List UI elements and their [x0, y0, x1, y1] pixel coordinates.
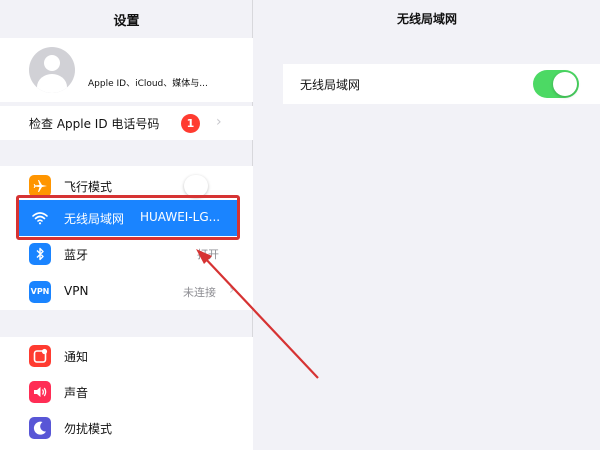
profile-subtitle: Apple ID、iCloud、媒体与... [88, 79, 208, 89]
vpn-status: 未连接 [183, 286, 216, 299]
notification-group: 通知 声音 勿扰模式 [0, 337, 253, 450]
sidebar-item-label: 勿扰模式 [64, 422, 113, 436]
wifi-toggle[interactable] [533, 70, 579, 98]
apple-id-check-label: 检查 Apple ID 电话号码 [29, 117, 160, 131]
wifi-toggle-row: 无线局域网 [283, 64, 600, 104]
bluetooth-icon [29, 243, 51, 265]
moon-icon [29, 417, 51, 439]
avatar [29, 47, 75, 93]
sound-icon [29, 381, 51, 403]
chevron-right-icon: › [216, 114, 222, 130]
wifi-detail-pane: 无线局域网 无线局域网 [254, 0, 600, 450]
wifi-toggle-label: 无线局域网 [300, 78, 361, 92]
page-title: 无线局域网 [396, 12, 457, 26]
airplane-icon [29, 175, 51, 197]
highlight-box [16, 195, 240, 240]
apple-id-check-row[interactable]: 检查 Apple ID 电话号码 1 › [0, 106, 253, 140]
apple-id-profile-row[interactable]: Apple ID、iCloud、媒体与... [0, 38, 253, 102]
sidebar-title: 设置 [113, 14, 140, 29]
sidebar-item-bluetooth[interactable]: 蓝牙 打开 [0, 236, 253, 272]
sidebar-item-sounds[interactable]: 声音 [0, 374, 253, 410]
chevron-right-icon: › [229, 282, 235, 298]
sidebar-item-do-not-disturb[interactable]: 勿扰模式 [0, 410, 253, 446]
notification-badge: 1 [181, 114, 200, 133]
notification-icon [29, 345, 51, 367]
airplane-mode-toggle[interactable] [184, 175, 208, 197]
sidebar-item-label: VPN [64, 284, 89, 298]
sidebar-item-label: 蓝牙 [64, 248, 89, 262]
settings-sidebar: 设置 Apple ID、iCloud、媒体与... 检查 Apple ID 电话… [0, 0, 253, 450]
sidebar-item-vpn[interactable]: VPN VPN 未连接 › [0, 274, 253, 310]
vpn-icon: VPN [29, 281, 51, 303]
bluetooth-status: 打开 [197, 248, 219, 261]
sidebar-item-label: 通知 [64, 350, 89, 364]
sidebar-item-label: 飞行模式 [64, 180, 113, 194]
sidebar-item-notifications[interactable]: 通知 [0, 338, 253, 374]
sidebar-item-label: 声音 [64, 386, 89, 400]
